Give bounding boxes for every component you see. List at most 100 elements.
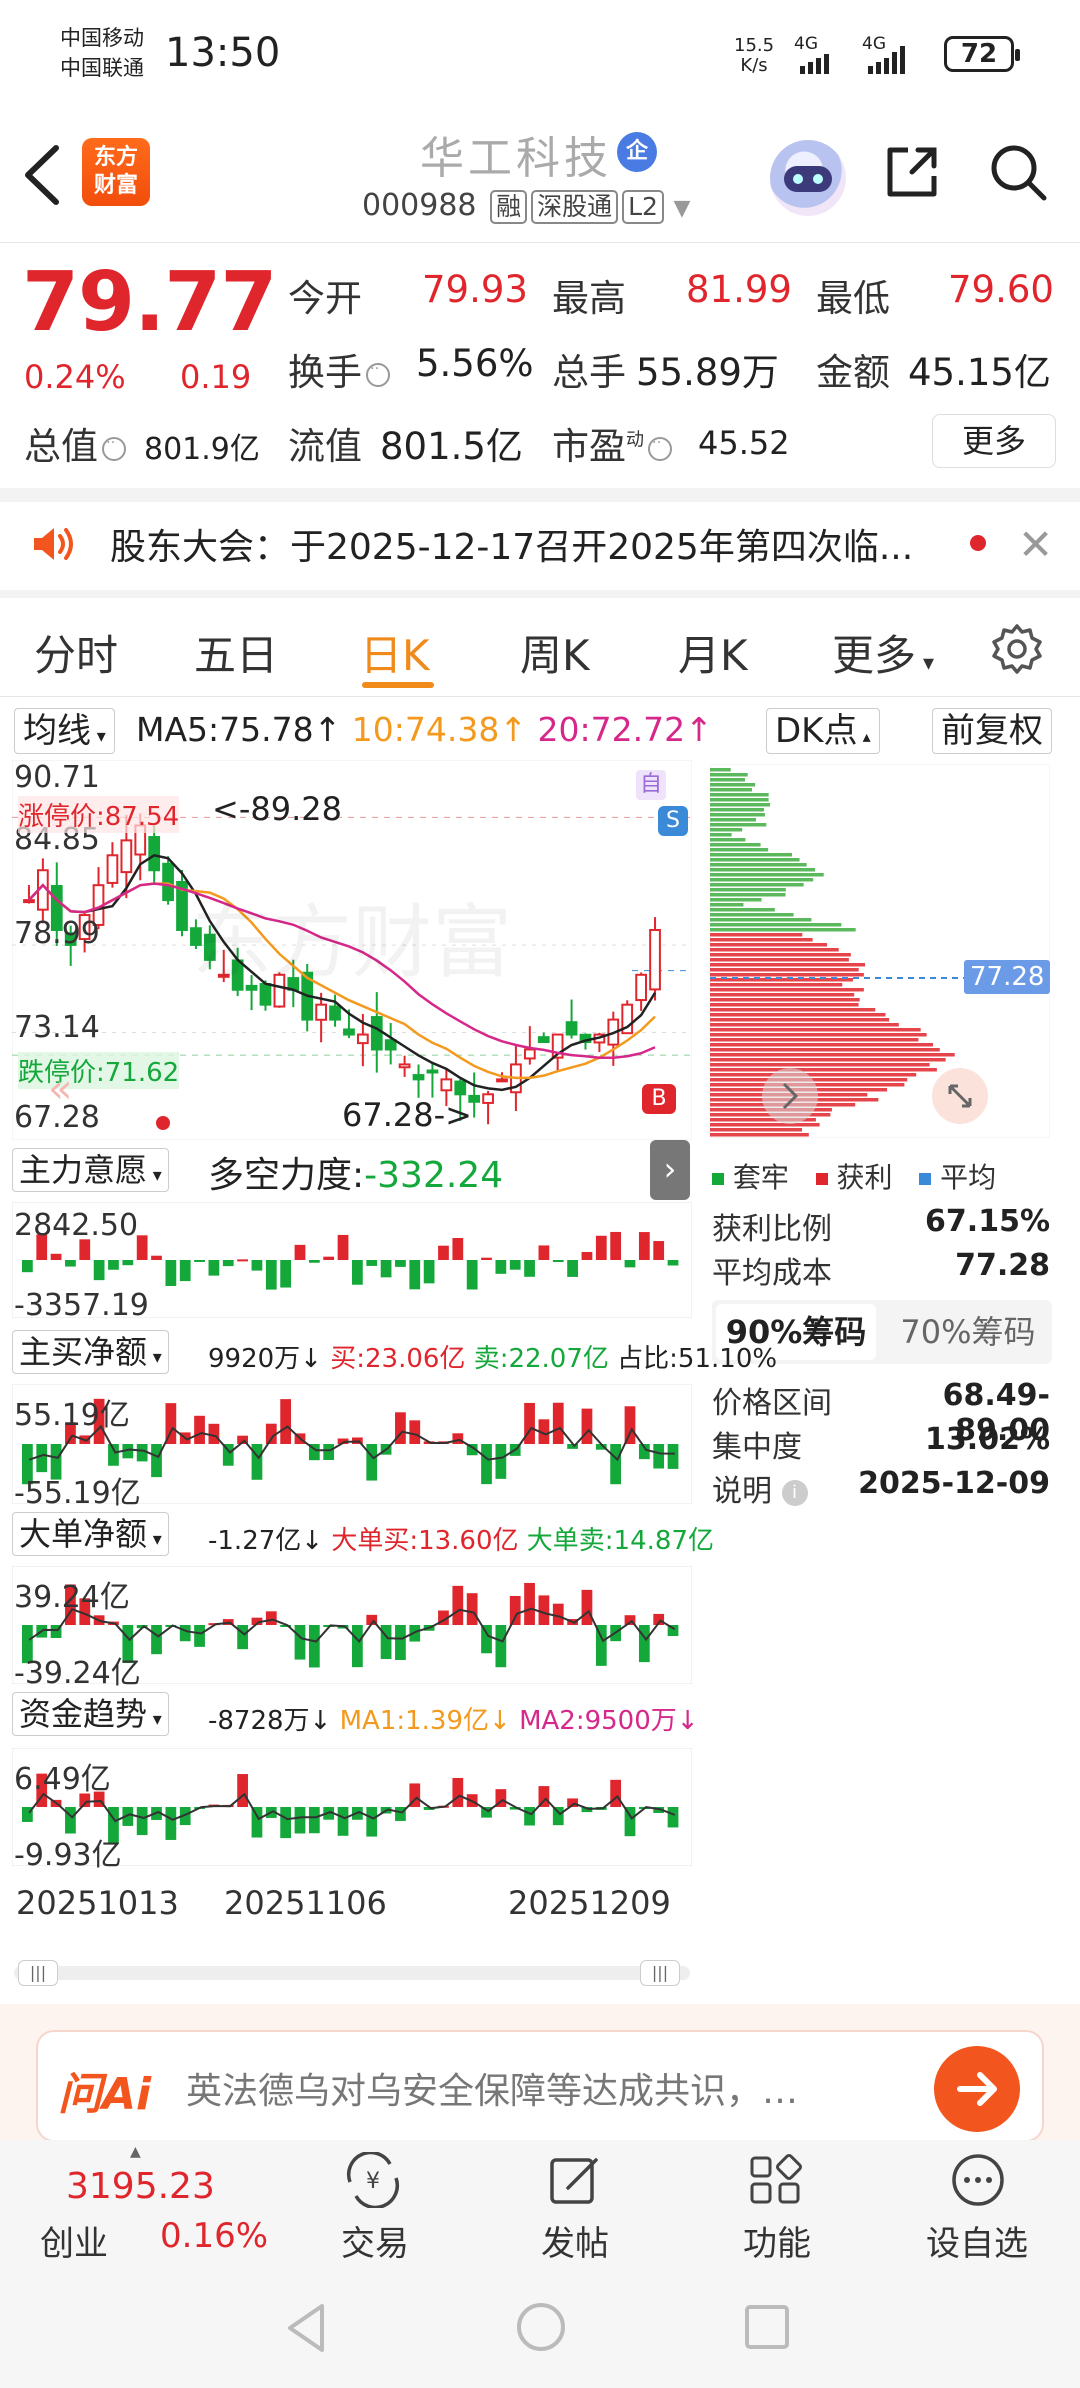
function-grid-icon[interactable]: [746, 2152, 806, 2208]
indicator3-select[interactable]: 大单净额 ▾: [12, 1512, 169, 1556]
chip-bar: [710, 953, 851, 957]
tab-more[interactable]: 更多 ▾: [832, 622, 934, 683]
chip-next-icon[interactable]: [760, 1066, 820, 1126]
ma-select[interactable]: 均线 ▾: [14, 708, 115, 754]
nav-function[interactable]: 功能: [712, 2216, 842, 2265]
chip-bar: [710, 958, 849, 962]
indicator-bar: [151, 1625, 162, 1655]
announcement-text[interactable]: 股东大会：于2025-12-17召开2025年第四次临...: [110, 518, 913, 570]
amount-value: 45.15亿: [908, 351, 1051, 394]
nav-add-watchlist[interactable]: 设自选: [912, 2216, 1042, 2265]
tab-week-k[interactable]: 周K: [520, 622, 590, 683]
candle-body: [440, 1078, 453, 1092]
indicator-bar: [265, 1260, 277, 1290]
indicator-bar: [194, 1260, 205, 1262]
candle-body: [412, 1074, 425, 1081]
chip-bar: [710, 993, 855, 997]
expand-icon[interactable]: [930, 1066, 990, 1126]
amount-label: 金额: [816, 351, 890, 394]
system-nav-bar: [0, 2270, 1080, 2388]
chip-bar: [710, 848, 769, 852]
indicator-bar: [524, 1582, 535, 1625]
indicator-bar: [423, 1260, 435, 1284]
system-back-icon[interactable]: [282, 2300, 332, 2356]
indicator-bar: [50, 1253, 62, 1260]
indicator-bar: [438, 1245, 449, 1260]
indicator-bar: [552, 1402, 564, 1444]
net-type-1: 4G: [794, 34, 818, 54]
low-label: 最低: [816, 277, 890, 320]
close-icon[interactable]: ✕: [1018, 520, 1053, 569]
indicator-bar: [208, 1260, 220, 1276]
share-icon[interactable]: [882, 142, 942, 202]
expand-panel-icon[interactable]: ›: [650, 1140, 690, 1200]
indicator-bar: [653, 1444, 665, 1469]
tab-day-k[interactable]: 日K: [360, 622, 430, 683]
gear-icon[interactable]: [990, 622, 1044, 676]
chip-bar: [710, 838, 746, 842]
nav-post[interactable]: 发帖: [510, 2216, 640, 2265]
tab-chip-70[interactable]: 70%筹码: [888, 1304, 1048, 1360]
tag-l2: L2: [622, 190, 664, 224]
indicator-bar: [136, 1807, 148, 1836]
ai-prompt-text[interactable]: 英法德乌对乌安全保障等达成共识，…: [186, 2062, 798, 2114]
chip-bar: [710, 1018, 890, 1022]
scroll-left-icon[interactable]: «: [48, 1066, 72, 1112]
indicator-bar: [667, 1260, 679, 1266]
status-bar: 中国移动 中国联通 13:50 15.5 K/s 4G 4G 72: [0, 0, 1080, 110]
chip-bar: [710, 853, 792, 857]
indicator-bar: [466, 1593, 478, 1625]
back-icon[interactable]: [20, 142, 64, 208]
ma10-value: 10:74.38↑: [351, 710, 528, 749]
indicator-bar: [538, 1595, 550, 1625]
chip-legend: 套牢 获利 平均: [712, 1156, 996, 1196]
high-value: 81.99: [686, 268, 792, 311]
chip-bar: [710, 813, 765, 817]
ai-send-button[interactable]: [934, 2046, 1020, 2132]
system-recents-icon[interactable]: [742, 2302, 792, 2352]
indicator-bar: [151, 1255, 162, 1260]
caret-up-icon[interactable]: ▲: [130, 2144, 141, 2160]
info-face-icon[interactable]: [648, 431, 672, 461]
indicator-bar: [337, 1807, 349, 1836]
range-scrollbar[interactable]: [14, 1966, 690, 1980]
index-change[interactable]: 0.16%: [160, 2216, 268, 2256]
index-name[interactable]: 创业: [40, 2216, 108, 2265]
indicator4-select[interactable]: 资金趋势 ▾: [12, 1692, 169, 1736]
chip-bar: [710, 888, 786, 892]
more-quote-button[interactable]: 更多: [932, 414, 1056, 468]
info-face-icon[interactable]: [102, 431, 126, 461]
price-range-label: 价格区间: [712, 1386, 832, 1421]
nav-trade[interactable]: 交易: [310, 2216, 440, 2265]
info-face-icon[interactable]: [366, 357, 390, 387]
post-icon[interactable]: [546, 2152, 606, 2208]
indicator-bar: [136, 1444, 148, 1462]
date-label-mid: 20251106: [224, 1884, 387, 1922]
trade-icon[interactable]: ¥: [340, 2152, 406, 2208]
chip-bar: [710, 858, 800, 862]
dk-point-button[interactable]: DK点 ▴: [766, 708, 880, 754]
indicator1-select[interactable]: 主力意愿 ▾: [12, 1148, 169, 1192]
caret-down-icon[interactable]: ▼: [674, 196, 691, 221]
indicator2-select[interactable]: 主买净额 ▾: [12, 1330, 169, 1374]
search-icon[interactable]: [986, 140, 1050, 204]
indicator-bar: [22, 1260, 33, 1273]
tab-month-k[interactable]: 月K: [678, 622, 748, 683]
range-handle-left[interactable]: |||: [18, 1960, 58, 1986]
adjust-button[interactable]: 前复权: [932, 708, 1052, 754]
tab-five-day[interactable]: 五日: [194, 622, 278, 683]
chip-bar: [710, 943, 828, 947]
self-select-badge: 自: [636, 770, 666, 800]
indicator-bar: [395, 1260, 406, 1267]
indicator-bar: [366, 1807, 378, 1837]
index-value[interactable]: 3195.23: [66, 2166, 215, 2207]
ai-robot-avatar[interactable]: [770, 140, 846, 216]
more-options-icon[interactable]: [948, 2152, 1008, 2208]
concentration-value: 13.02%: [925, 1422, 1050, 1457]
tab-timeshare[interactable]: 分时: [34, 622, 118, 683]
system-home-icon[interactable]: [514, 2300, 568, 2354]
range-handle-right[interactable]: |||: [640, 1960, 680, 1986]
indicator-bar: [581, 1251, 593, 1260]
info-icon[interactable]: i: [781, 1479, 808, 1506]
indicator-bar: [280, 1260, 292, 1288]
